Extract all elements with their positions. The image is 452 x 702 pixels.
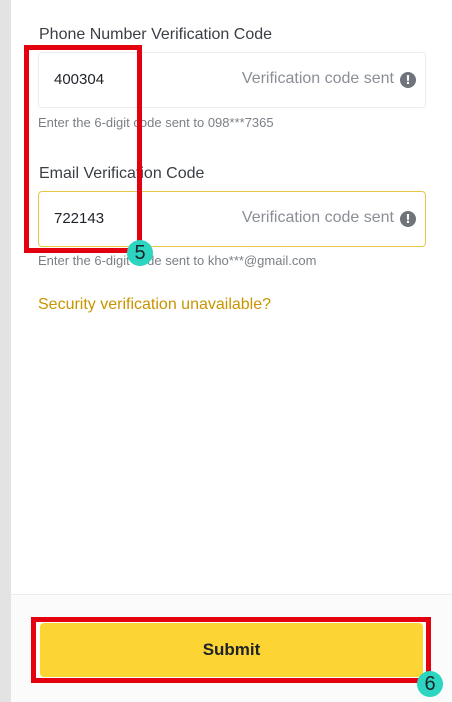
security-unavailable-link[interactable]: Security verification unavailable? [38,296,271,314]
phone-code-status: Verification code sent [241,70,394,87]
phone-code-label: Phone Number Verification Code [39,26,273,43]
left-edge-strip [0,0,11,702]
exclamation-circle-icon[interactable]: ! [400,211,416,227]
step-badge-5: 5 [127,240,153,266]
exclamation-circle-icon[interactable]: ! [400,72,416,88]
email-code-status: Verification code sent [241,209,394,226]
highlight-box-codes [24,45,142,253]
email-code-hint: Enter the 6-digit code sent to kho***@gm… [38,253,317,268]
highlight-box-submit [31,617,431,683]
step-badge-6: 6 [417,671,443,697]
